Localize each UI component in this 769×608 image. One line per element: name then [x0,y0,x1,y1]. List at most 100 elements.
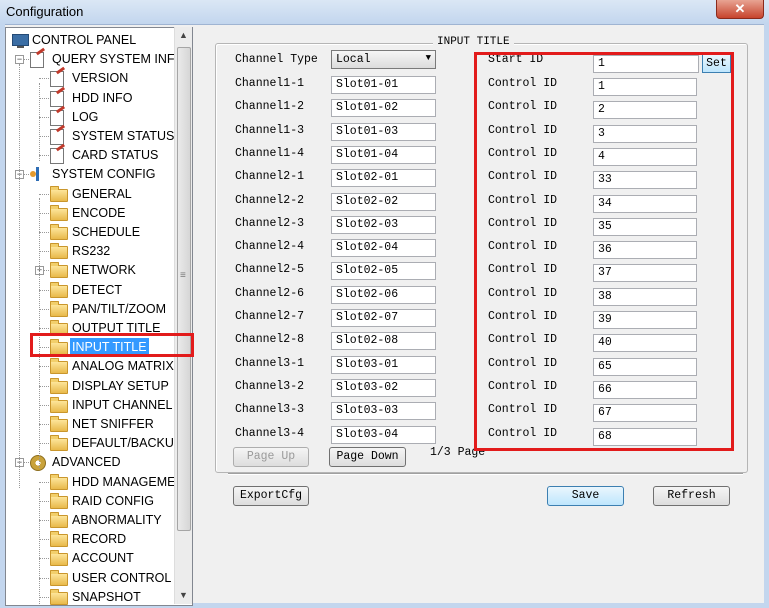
tree-scrollbar[interactable]: ▲ ≡ ▼ [174,27,192,604]
scroll-up-arrow-icon[interactable]: ▲ [175,27,192,44]
tree-connector [39,155,49,157]
control-id-highlight [474,52,734,451]
refresh-button[interactable]: Refresh [653,486,730,506]
tree-guide-line [39,83,40,161]
tree-item-abnormality[interactable]: ABNORMALITY [6,511,176,530]
tree-item-version[interactable]: VERSION [6,69,176,88]
export-config-button[interactable]: ExportCfg [233,486,309,506]
tree-item-encode[interactable]: ENCODE [6,204,176,223]
channel-title-input[interactable]: Slot03-04 [331,425,436,444]
channel-label: Channel2-3 [235,216,305,230]
tree-item-advanced[interactable]: − ADVANCED [6,453,176,472]
scroll-down-arrow-icon[interactable]: ▼ [175,587,192,604]
channel-label: Channel2-8 [235,333,305,347]
tree-item-control-panel[interactable]: CONTROL PANEL [6,31,176,50]
tree-item-label: ANALOG MATRIX [72,359,174,374]
folder-icon [50,435,68,452]
tree-item-pan-tilt-zoom[interactable]: PAN/TILT/ZOOM [6,300,176,319]
channel-title-input[interactable]: Slot03-01 [331,355,436,374]
tree-item-system-config[interactable]: − SYSTEM CONFIG [6,165,176,184]
folder-icon [50,204,68,221]
tree-item-default-backup[interactable]: DEFAULT/BACKUP [6,434,182,453]
tree-item-network[interactable]: + NETWORK [6,261,176,280]
tree-item-label: INPUT CHANNEL [72,397,173,412]
channel-label: Channel2-7 [235,310,305,323]
page-up-button[interactable]: Page Up [233,447,309,467]
tree-item-record[interactable]: RECORD [6,530,176,549]
tree-connector [39,385,49,387]
tree-item-label: DEFAULT/BACKUP [72,436,183,451]
page-down-button[interactable]: Page Down [329,447,406,467]
channel-title-input[interactable]: Slot02-02 [331,192,436,211]
tree-item-raid-config[interactable]: RAID CONFIG [6,492,176,511]
tree-item-snapshot[interactable]: SNAPSHOT [6,588,176,605]
folder-icon [50,185,68,202]
tree-item-user-control[interactable]: USER CONTROL [6,569,176,588]
channel-title-input[interactable]: Slot02-05 [331,262,436,281]
tree-item-rs232[interactable]: RS232 [6,242,176,261]
channel-title-input[interactable]: Slot02-01 [331,169,436,188]
channel-label: Channel1-1 [235,77,305,90]
channel-title-input[interactable]: Slot02-08 [331,332,436,351]
tree-item-detect[interactable]: DETECT [6,281,176,300]
folder-icon [50,473,68,490]
collapse-icon[interactable]: − [15,55,24,65]
channel-title-input[interactable]: Slot03-03 [331,402,436,421]
close-button[interactable]: ✕ [716,0,764,19]
tree-item-net-sniffer[interactable]: NET SNIFFER [6,415,176,434]
channel-title-input[interactable]: Slot01-03 [331,122,436,141]
channel-label: Channel1-4 [235,146,305,160]
tree-connector [39,116,49,118]
tree-item-label: ACCOUNT [72,551,134,566]
folder-icon [50,300,68,317]
tree-item-query-system-info[interactable]: − QUERY SYSTEM INFO [6,50,184,69]
folder-icon [50,281,68,298]
channel-label: Channel3-2 [235,379,305,393]
tree-item-system-status[interactable]: SYSTEM STATUS [6,127,176,146]
channel-title-input[interactable]: Slot02-03 [331,215,436,234]
tree-item-label: SYSTEM STATUS [72,129,175,143]
tree-item-label: CONTROL PANEL [32,33,137,47]
group-legend: INPUT TITLE [433,36,514,48]
scroll-thumb[interactable] [177,47,191,531]
tree-connector [39,251,49,253]
tree-item-label: DISPLAY SETUP [72,378,169,393]
tree-item-label: SYSTEM CONFIG [52,167,156,182]
channel-title-input[interactable]: Slot03-02 [331,378,436,397]
channel-label: Channel1-2 [235,100,305,114]
tree-item-schedule[interactable]: SCHEDULE [6,223,176,242]
folder-icon [50,243,68,260]
tree-item-account[interactable]: ACCOUNT [6,549,176,568]
tree-connector [39,136,49,137]
tree-item-display-setup[interactable]: DISPLAY SETUP [6,377,176,396]
tree-item-analog-matrix[interactable]: ANALOG MATRIX [6,357,176,376]
channel-title-input[interactable]: Slot01-01 [331,76,436,94]
folder-icon [50,512,68,528]
tree-item-hdd-management[interactable]: HDD MANAGEMENT [6,473,192,492]
channel-type-value: Local [336,53,371,66]
channel-title-input[interactable]: Slot01-02 [331,99,436,118]
tree-item-label: QUERY SYSTEM INFO [52,52,185,67]
channel-title-input[interactable]: Slot02-04 [331,239,436,258]
tree-item-input-channel[interactable]: INPUT CHANNEL [6,396,176,415]
folder-icon [50,569,68,586]
channel-title-input[interactable]: Slot02-07 [331,309,436,327]
tree-item-log[interactable]: LOG [6,108,176,127]
folder-icon [50,531,68,548]
tree-item-hdd-info[interactable]: HDD INFO [6,89,176,108]
channel-title-input[interactable]: Slot01-04 [331,145,436,164]
tree-item-label: NET SNIFFER [72,417,154,431]
save-button[interactable]: Save [547,486,624,506]
folder-icon [50,396,68,413]
tree-connector [39,97,49,99]
tree-item-general[interactable]: GENERAL [6,185,176,204]
tree-item-card-status[interactable]: CARD STATUS [6,146,176,165]
tree-connector [39,193,49,195]
tree-connector [39,328,49,329]
channel-type-select[interactable]: Local ▼ [331,50,436,69]
channel-title-input[interactable]: Slot02-06 [331,285,436,304]
tree-item-label: CARD STATUS [72,148,159,163]
tree-connector [39,539,49,541]
tree-item-label: RS232 [72,244,111,259]
tree-item-label: ADVANCED [52,455,121,470]
